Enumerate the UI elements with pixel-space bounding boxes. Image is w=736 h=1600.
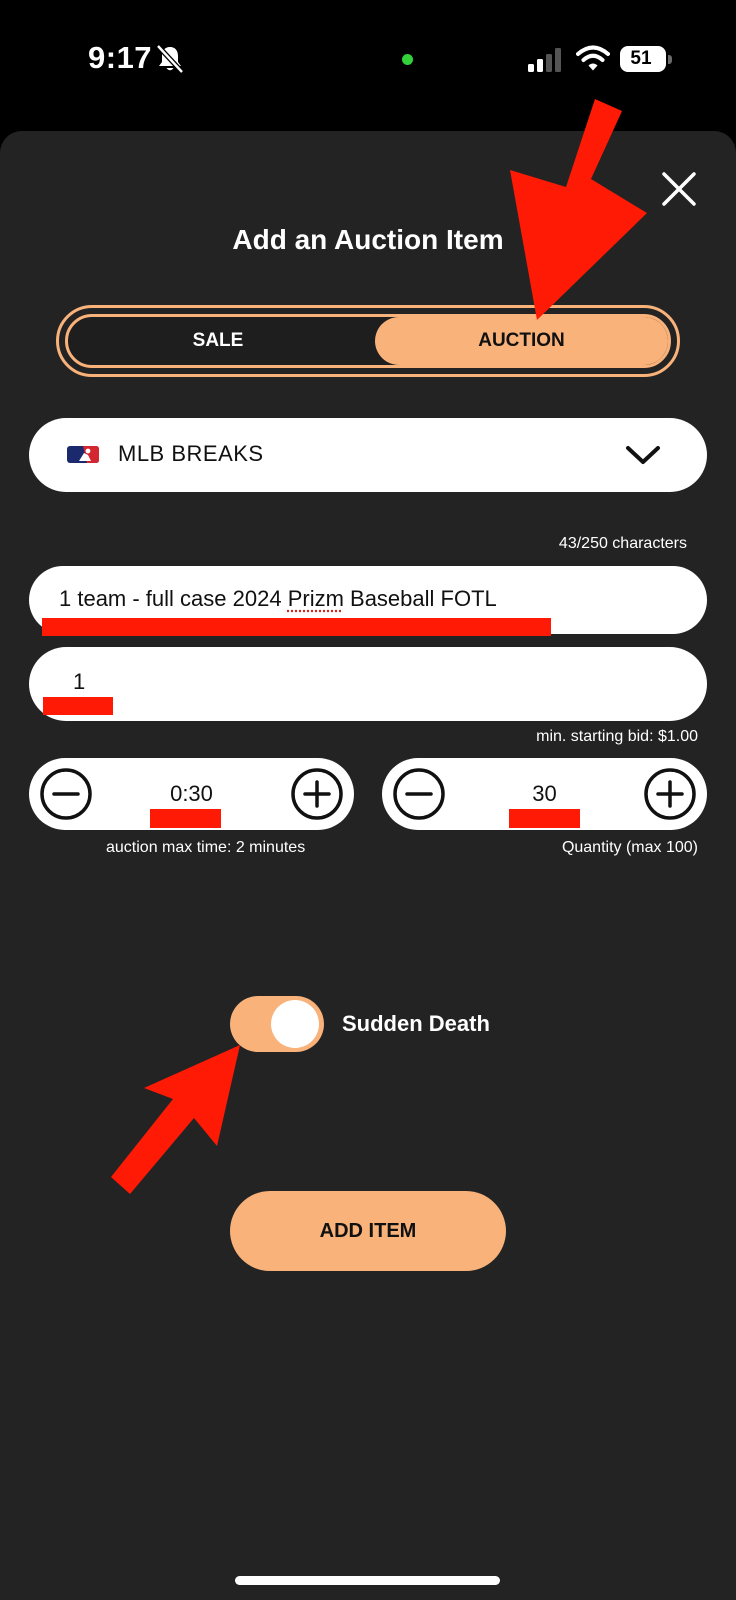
decrease-quantity-minus-icon[interactable] (392, 767, 446, 821)
battery-nub (668, 55, 672, 64)
privacy-indicator-dot (402, 54, 413, 65)
item-title-text-end: Baseball FOTL (343, 586, 497, 611)
auction-tab[interactable]: AUCTION (375, 317, 668, 365)
redaction-mark-bid (43, 697, 113, 715)
status-bar: 9:17 51 (0, 0, 736, 120)
sudden-death-label: Sudden Death (342, 1011, 490, 1036)
starting-bid-input[interactable]: 1 (29, 647, 707, 721)
battery-icon: 51 (620, 46, 672, 72)
signal-icon (528, 48, 561, 72)
starting-bid-value: 1 (73, 669, 86, 694)
category-dropdown[interactable]: MLB BREAKS (29, 418, 707, 492)
redaction-mark-quantity (509, 809, 580, 828)
status-time: 9:17 (88, 40, 153, 75)
min-starting-bid-note: min. starting bid: $1.00 (536, 728, 698, 745)
redaction-mark-title (42, 618, 551, 636)
sale-tab[interactable]: SALE (68, 317, 368, 365)
home-indicator[interactable] (235, 1576, 500, 1585)
character-counter: 43/250 characters (558, 535, 687, 552)
quantity-caption: Quantity (max 100) (561, 839, 698, 856)
increase-time-plus-icon[interactable] (290, 767, 344, 821)
increase-quantity-plus-icon[interactable] (643, 767, 697, 821)
auction-max-time-caption: auction max time: 2 minutes (106, 839, 306, 856)
wifi-icon (576, 45, 610, 71)
bell-slash-icon (156, 44, 184, 74)
battery-level: 51 (630, 48, 652, 69)
toggle-knob (271, 1000, 319, 1048)
close-icon[interactable] (658, 168, 700, 210)
sale-auction-track: SALE AUCTION (65, 314, 671, 368)
auction-time-value: 0:30 (170, 781, 213, 806)
spellcheck-flagged-word: Prizm (287, 586, 344, 611)
quantity-value: 30 (532, 781, 557, 806)
category-label: MLB BREAKS (118, 441, 264, 466)
redaction-mark-time (150, 809, 221, 828)
chevron-down-icon (626, 446, 660, 464)
item-title-value: 1 team - full case 2024 Prizm Baseball F… (59, 586, 497, 612)
item-title-text-start: 1 team - full case 2024 (59, 586, 288, 611)
decrease-time-minus-icon[interactable] (39, 767, 93, 821)
sudden-death-toggle[interactable] (230, 996, 324, 1052)
modal-title: Add an Auction Item (232, 224, 504, 255)
add-item-button[interactable]: ADD ITEM (230, 1191, 506, 1271)
sale-auction-toggle: SALE AUCTION (56, 305, 680, 377)
mlb-logo-icon (67, 446, 99, 463)
